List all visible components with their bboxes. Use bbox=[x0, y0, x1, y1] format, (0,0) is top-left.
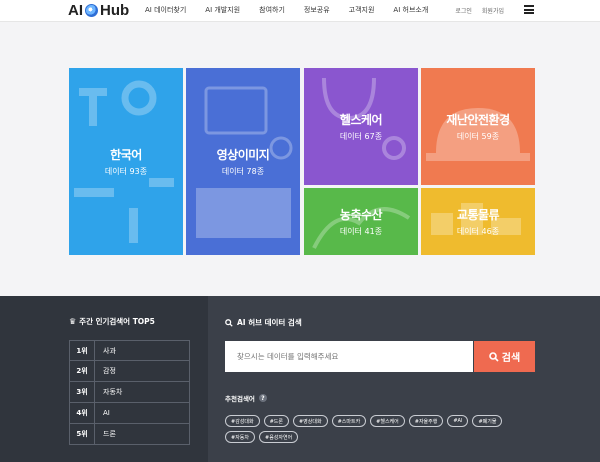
tile-count: 데이터 59종 bbox=[456, 132, 500, 141]
user-links: 로그인 회원가입 bbox=[455, 6, 504, 15]
list-item[interactable]: 1위 사과 bbox=[69, 340, 190, 361]
data-search-title: AI 허브 데이터 검색 bbox=[225, 317, 302, 328]
search-box bbox=[225, 341, 473, 372]
list-item[interactable]: 4위 AI bbox=[69, 403, 190, 424]
recommended-keywords-title: 추천검색어 ? bbox=[225, 393, 267, 403]
rank-keyword: 감정 bbox=[103, 367, 116, 375]
crown-icon: ♛ bbox=[69, 317, 77, 326]
search-icon bbox=[488, 351, 499, 362]
tag-chip[interactable]: #헬스케어 bbox=[370, 415, 405, 427]
rank-number: 5위 bbox=[70, 424, 95, 444]
tile-title: 교통물류 bbox=[456, 208, 500, 222]
category-tile-image[interactable]: 영상이미지 데이터 78종 bbox=[186, 68, 300, 255]
data-search-label: AI 허브 데이터 검색 bbox=[237, 318, 302, 327]
category-tile-healthcare[interactable]: 헬스케어 데이터 67종 bbox=[304, 68, 418, 185]
list-item[interactable]: 5위 드론 bbox=[69, 424, 190, 445]
tag-chip[interactable]: #자동차 bbox=[225, 431, 255, 443]
rank-number: 3위 bbox=[70, 382, 95, 402]
search-button[interactable]: 검색 bbox=[474, 341, 535, 372]
logo-text-ai: AI bbox=[68, 2, 83, 19]
tag-chip[interactable]: #음성자연어 bbox=[259, 431, 299, 443]
tile-count: 데이터 78종 bbox=[221, 167, 265, 176]
tag-chip[interactable]: #AI bbox=[447, 415, 469, 427]
hamburger-icon[interactable] bbox=[524, 5, 534, 14]
logo-text-hub: Hub bbox=[100, 2, 130, 19]
tile-title: 헬스케어 bbox=[339, 113, 383, 127]
tile-title: 영상이미지 bbox=[216, 148, 270, 162]
tile-count: 데이터 93종 bbox=[104, 167, 148, 176]
tag-chip[interactable]: #드론 bbox=[263, 415, 289, 427]
category-tile-agriculture[interactable]: 농축수산 데이터 41종 bbox=[304, 188, 418, 255]
tile-title: 재난안전환경 bbox=[446, 113, 510, 127]
list-item[interactable]: 2위 감정 bbox=[69, 361, 190, 382]
category-tile-korean[interactable]: 한국어 데이터 93종 bbox=[69, 68, 183, 255]
rank-keyword: 사과 bbox=[103, 346, 116, 355]
tag-chip[interactable]: #스마트카 bbox=[331, 415, 367, 427]
popular-keywords-label: 주간 인기검색어 TOP5 bbox=[79, 317, 155, 326]
list-item[interactable]: 3위 자동차 bbox=[69, 382, 190, 403]
category-tile-safety[interactable]: 재난안전환경 데이터 59종 bbox=[421, 68, 535, 185]
rank-keyword: 드론 bbox=[103, 430, 116, 438]
tile-count: 데이터 67종 bbox=[339, 132, 383, 141]
rank-keyword: AI bbox=[103, 409, 110, 417]
tag-chip[interactable]: #영상대화 bbox=[292, 415, 328, 427]
rank-number: 4위 bbox=[70, 403, 95, 423]
search-button-label: 검색 bbox=[501, 353, 521, 364]
ai-hub-logo[interactable]: AI Hub bbox=[68, 2, 129, 19]
recommended-keywords-label: 추천검색어 bbox=[225, 395, 255, 403]
rank-number: 2위 bbox=[70, 361, 95, 381]
nav-item-dev-support[interactable]: AI 개발지원 bbox=[205, 5, 240, 15]
help-icon[interactable]: ? bbox=[258, 394, 267, 402]
popular-keywords-list: 1위 사과 2위 감정 3위 자동차 4위 AI 5위 드론 bbox=[69, 340, 190, 445]
nav-item-participate[interactable]: 참여하기 bbox=[259, 5, 285, 15]
nav-item-about[interactable]: AI 허브소개 bbox=[393, 5, 428, 15]
tag-chip[interactable]: #자율주행 bbox=[408, 415, 444, 427]
popular-keywords-title: ♛ 주간 인기검색어 TOP5 bbox=[69, 316, 155, 327]
nav-item-info-share[interactable]: 정보공유 bbox=[304, 5, 330, 15]
tile-count: 데이터 46종 bbox=[456, 227, 500, 236]
tile-title: 한국어 bbox=[110, 148, 142, 162]
recommended-tags: #감성대화 #드론 #영상대화 #스마트카 #헬스케어 #자율주행 #AI #폐… bbox=[225, 415, 525, 443]
category-tile-traffic[interactable]: 교통물류 데이터 46종 bbox=[421, 188, 535, 255]
search-icon bbox=[225, 318, 233, 327]
search-input[interactable] bbox=[237, 352, 473, 361]
signup-link[interactable]: 회원가입 bbox=[482, 6, 504, 15]
tag-chip[interactable]: #감성대화 bbox=[225, 415, 260, 427]
login-link[interactable]: 로그인 bbox=[455, 6, 472, 15]
tag-chip[interactable]: #폐기물 bbox=[472, 415, 503, 427]
tile-count: 데이터 41종 bbox=[339, 227, 383, 236]
top-header: AI Hub AI 데이터찾기 AI 개발지원 참여하기 정보공유 고객지원 A… bbox=[0, 0, 600, 22]
main-nav: AI 데이터찾기 AI 개발지원 참여하기 정보공유 고객지원 AI 허브소개 bbox=[145, 5, 447, 15]
rank-number: 1위 bbox=[70, 341, 95, 360]
nav-item-customer-support[interactable]: 고객지원 bbox=[349, 5, 375, 15]
tile-title: 농축수산 bbox=[339, 208, 383, 222]
globe-icon bbox=[85, 4, 98, 17]
rank-keyword: 자동차 bbox=[103, 388, 123, 396]
nav-item-data-search[interactable]: AI 데이터찾기 bbox=[145, 5, 186, 15]
